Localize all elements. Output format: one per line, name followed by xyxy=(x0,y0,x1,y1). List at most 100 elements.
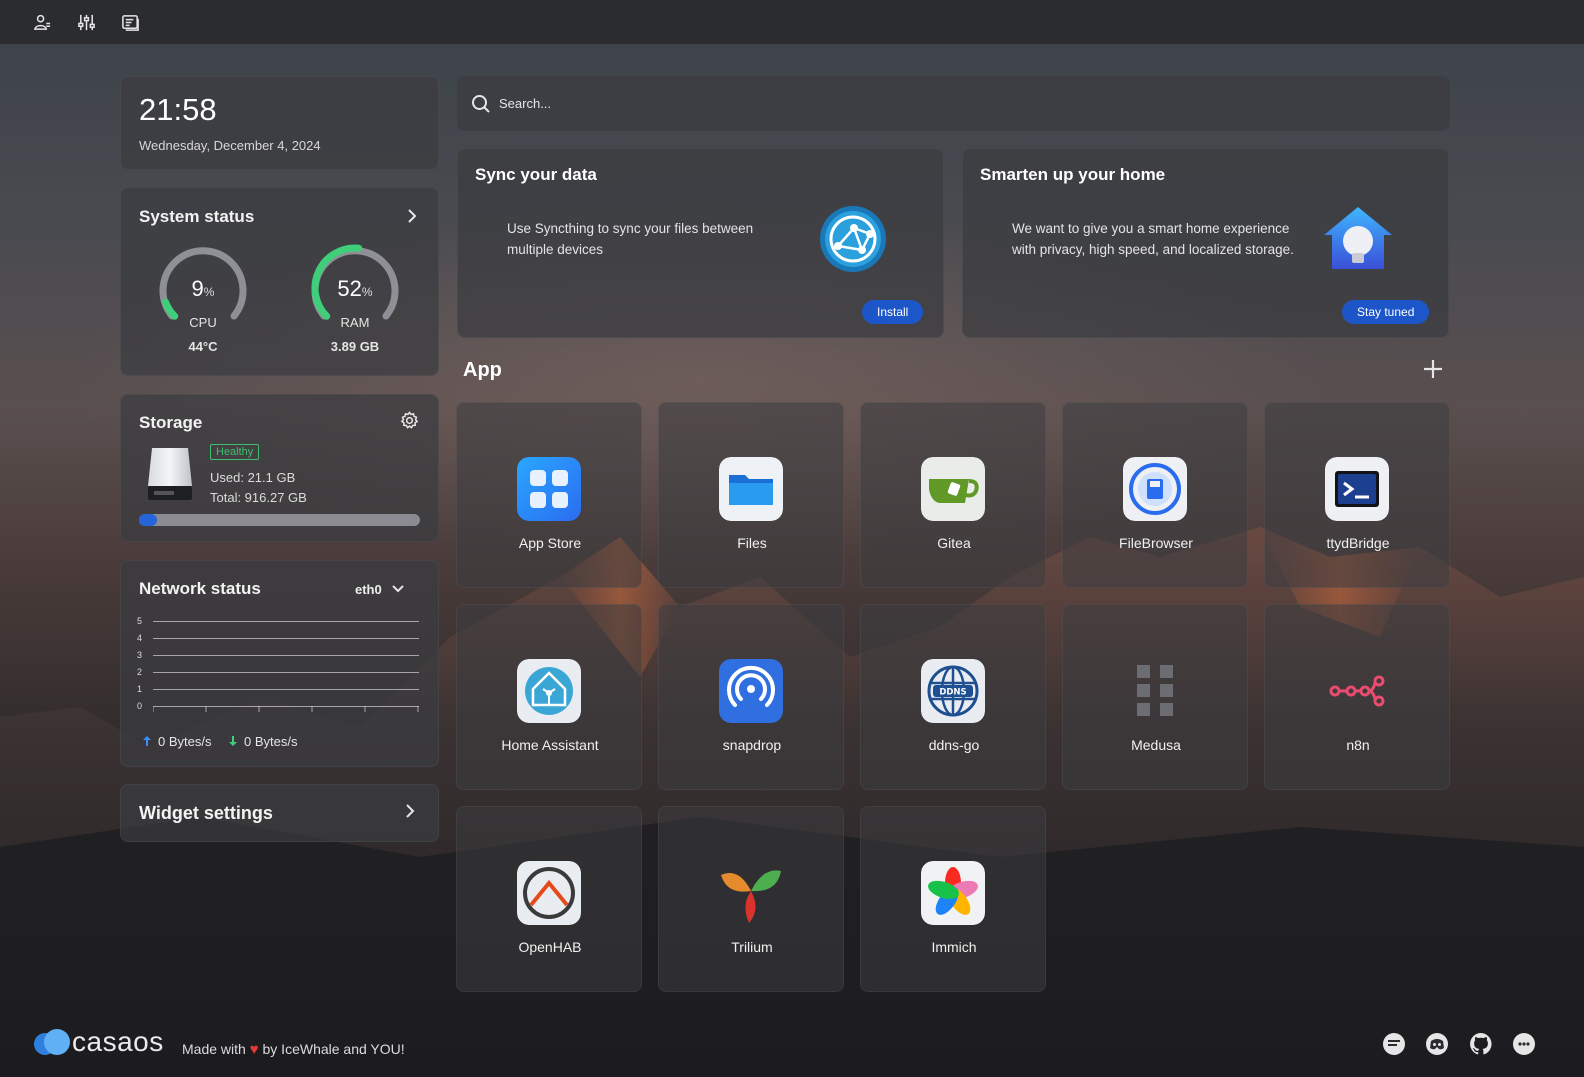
search-bar[interactable] xyxy=(457,76,1450,131)
settings-button[interactable] xyxy=(72,8,100,36)
search-input[interactable] xyxy=(499,96,1399,111)
app-tile-n8n[interactable]: n8n xyxy=(1264,604,1450,790)
footer-credit: Made with ♥ by IceWhale and YOU! xyxy=(182,1041,405,1058)
casaos-logo-icon xyxy=(34,1029,70,1055)
smart-home-bulb-icon xyxy=(1324,207,1392,269)
network-y-tick: 0 xyxy=(137,701,143,711)
footer-made-with: Made with xyxy=(182,1041,246,1057)
app-tile-filebrowser[interactable]: FileBrowser xyxy=(1062,402,1248,588)
upload-rate: 0 Bytes/s xyxy=(158,734,212,749)
app-tile-app-store[interactable]: App Store xyxy=(456,402,642,588)
stay-tuned-button[interactable]: Stay tuned xyxy=(1342,300,1430,324)
dashboard-button[interactable] xyxy=(116,8,144,36)
syncthing-icon xyxy=(820,206,886,272)
app-tile-openhab[interactable]: OpenHAB xyxy=(456,806,642,992)
promo-description: We want to give you a smart home experie… xyxy=(1012,221,1294,257)
network-y-tick: 2 xyxy=(137,667,143,677)
account-button[interactable] xyxy=(28,8,56,36)
home-assistant-icon xyxy=(517,659,581,723)
sliders-icon xyxy=(77,14,95,30)
heart-icon: ♥ xyxy=(249,1041,259,1058)
filebrowser-icon xyxy=(1123,457,1187,521)
app-name: Immich xyxy=(931,939,977,955)
promo-title: Sync your data xyxy=(475,165,597,184)
footer-by: by IceWhale and YOU! xyxy=(262,1041,405,1057)
ddns-icon: DDNS xyxy=(921,659,985,723)
storage-title: Storage xyxy=(139,413,203,432)
app-name: FileBrowser xyxy=(1119,535,1193,551)
app-tile-medusa[interactable]: Medusa xyxy=(1062,604,1248,790)
network-chart-ticks xyxy=(153,706,419,712)
cpu-value: 9% xyxy=(191,276,215,301)
network-interface-select[interactable]: eth0 xyxy=(355,581,406,597)
medusa-icon xyxy=(1137,665,1173,716)
app-name: Home Assistant xyxy=(501,737,599,753)
network-y-tick: 5 xyxy=(137,616,143,626)
clock-time: 21:58 xyxy=(139,92,217,127)
gear-icon[interactable] xyxy=(400,411,419,430)
network-grid-line xyxy=(153,621,419,622)
message-icon[interactable] xyxy=(1512,1032,1536,1056)
app-name: Trilium xyxy=(731,939,773,955)
github-icon[interactable] xyxy=(1469,1032,1493,1056)
chat-icon[interactable] xyxy=(1382,1032,1406,1056)
network-grid-line xyxy=(153,672,419,673)
storage-usage-fill xyxy=(139,514,158,526)
app-name: ddns-go xyxy=(928,737,980,753)
app-tile-home-assistant[interactable]: Home Assistant xyxy=(456,604,642,790)
app-name: ttydBridge xyxy=(1326,535,1390,551)
network-interface-label: eth0 xyxy=(355,581,382,597)
network-y-tick: 3 xyxy=(137,650,143,660)
storage-usage-bar xyxy=(139,514,420,526)
cpu-temperature: 44°C xyxy=(188,339,218,354)
storage-health-badge: Healthy xyxy=(210,444,260,460)
ram-used: 3.89 GB xyxy=(330,339,380,354)
app-name: Files xyxy=(737,535,767,551)
svg-text:DDNS: DDNS xyxy=(939,688,966,698)
app-name: Gitea xyxy=(937,535,971,551)
ram-label: RAM xyxy=(340,315,370,330)
user-icon xyxy=(33,14,50,30)
app-section-title: App xyxy=(463,359,502,381)
app-tile-immich[interactable]: Immich xyxy=(860,806,1046,992)
widget-settings-title: Widget settings xyxy=(139,803,273,823)
terminal-icon xyxy=(1325,457,1389,521)
chevron-down-icon xyxy=(392,585,404,593)
app-tile-gitea[interactable]: Gitea xyxy=(860,402,1046,588)
app-store-icon xyxy=(517,457,581,521)
system-status-title: System status xyxy=(139,207,255,226)
openhab-icon xyxy=(517,861,581,925)
network-y-tick: 4 xyxy=(137,633,143,643)
chevron-right-icon[interactable] xyxy=(403,207,421,225)
search-icon xyxy=(472,94,490,113)
upload-arrow-icon xyxy=(143,736,151,746)
app-tile-ddns-go[interactable]: DDNS ddns-go xyxy=(860,604,1046,790)
download-rate: 0 Bytes/s xyxy=(244,734,298,749)
storage-used: Used: 21.1 GB xyxy=(210,470,296,485)
immich-icon xyxy=(921,861,985,925)
app-tile-files[interactable]: Files xyxy=(658,402,844,588)
gitea-icon xyxy=(921,457,985,521)
app-name: snapdrop xyxy=(722,737,782,753)
discord-icon[interactable] xyxy=(1425,1032,1449,1056)
terminal-window-icon xyxy=(121,14,139,31)
download-arrow-icon xyxy=(229,736,237,746)
top-bar xyxy=(0,0,1584,44)
folder-icon xyxy=(719,457,783,521)
add-app-icon[interactable] xyxy=(1420,356,1446,382)
chevron-right-icon[interactable] xyxy=(401,802,419,820)
cpu-label: CPU xyxy=(189,315,217,330)
install-button[interactable]: Install xyxy=(862,300,924,324)
casaos-logo: casaos xyxy=(32,1026,164,1058)
casaos-brand: casaos xyxy=(72,1026,164,1057)
app-tile-snapdrop[interactable]: snapdrop xyxy=(658,604,844,790)
snapdrop-icon xyxy=(719,659,783,723)
storage-total: Total: 916.27 GB xyxy=(210,490,307,505)
app-tile-ttydbridge[interactable]: ttydBridge xyxy=(1264,402,1450,588)
network-grid-line xyxy=(153,689,419,690)
app-tile-trilium[interactable]: Trilium xyxy=(658,806,844,992)
ram-value: 52% xyxy=(337,276,373,301)
network-grid-line xyxy=(153,638,419,639)
network-title: Network status xyxy=(139,579,261,598)
disk-icon xyxy=(148,448,192,500)
